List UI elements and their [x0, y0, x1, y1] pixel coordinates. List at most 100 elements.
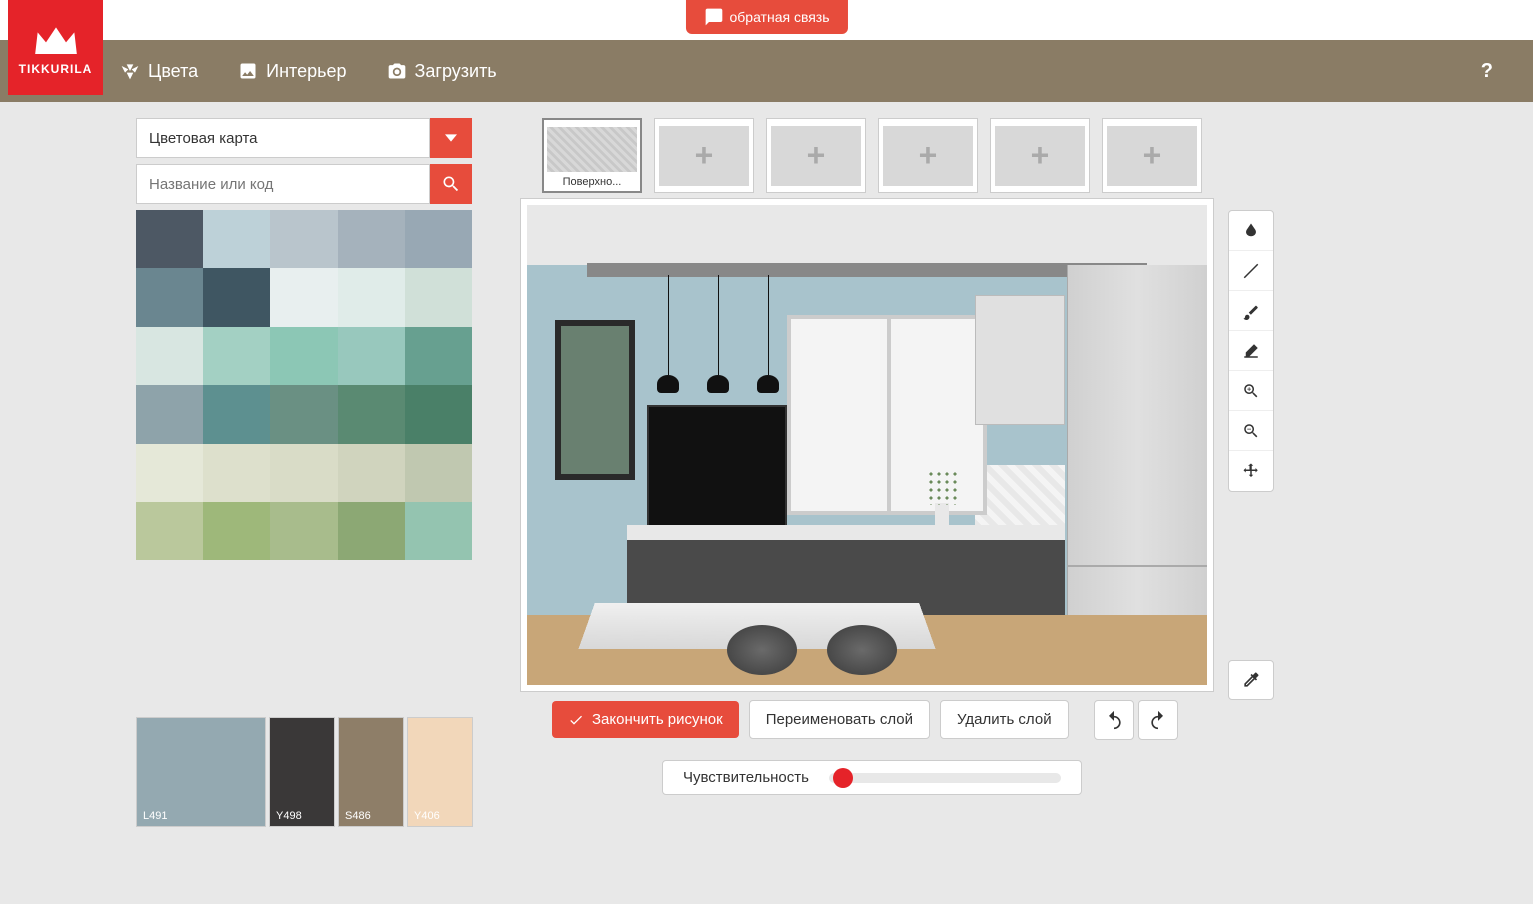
palette-swatch[interactable]: [136, 502, 203, 560]
palette-swatch[interactable]: [270, 327, 337, 385]
selected-colors: L491 Y498 S486 Y406: [136, 717, 473, 827]
fan-icon: [120, 61, 140, 81]
tool-eyedropper[interactable]: [1228, 660, 1274, 700]
palette-swatch[interactable]: [338, 502, 405, 560]
color-map-dropdown[interactable]: Цветовая карта: [136, 118, 472, 158]
undo-icon: [1104, 710, 1124, 730]
check-icon: [568, 712, 584, 728]
left-panel: Цветовая карта: [136, 118, 472, 560]
droplet-icon: [1242, 222, 1260, 240]
delete-button[interactable]: Удалить слой: [940, 700, 1069, 739]
selected-swatch[interactable]: Y498: [269, 717, 335, 827]
slider-thumb[interactable]: [833, 768, 853, 788]
plus-icon: +: [807, 137, 826, 174]
palette-swatch[interactable]: [136, 210, 203, 268]
palette-swatch[interactable]: [270, 444, 337, 502]
sensitivity-row: Чувствительность: [662, 760, 1082, 795]
palette-swatch[interactable]: [270, 385, 337, 443]
palette-swatch[interactable]: [405, 268, 472, 326]
nav-interior[interactable]: Интерьер: [238, 61, 346, 82]
tool-move[interactable]: [1229, 451, 1273, 491]
canvas[interactable]: [527, 205, 1207, 685]
selected-swatch[interactable]: S486: [338, 717, 404, 827]
palette-swatch[interactable]: [405, 502, 472, 560]
palette-swatch[interactable]: [270, 502, 337, 560]
palette-swatch[interactable]: [338, 210, 405, 268]
nav-help[interactable]: ?: [1481, 60, 1493, 83]
tool-zoom-in[interactable]: [1229, 371, 1273, 411]
palette-swatch[interactable]: [203, 502, 270, 560]
selected-swatch-label: Y406: [414, 810, 440, 822]
palette-swatch[interactable]: [203, 210, 270, 268]
palette-swatch[interactable]: [338, 385, 405, 443]
undo-button[interactable]: [1094, 700, 1134, 740]
finish-button[interactable]: Закончить рисунок: [552, 701, 739, 738]
palette-swatch[interactable]: [338, 268, 405, 326]
action-row: Закончить рисунок Переименовать слой Уда…: [552, 700, 1069, 739]
plus-icon: +: [919, 137, 938, 174]
brush-icon: [1242, 302, 1260, 320]
toolbar: [1228, 210, 1274, 492]
palette-swatch[interactable]: [405, 327, 472, 385]
camera-icon: [387, 61, 407, 81]
line-icon: [1242, 262, 1260, 280]
logo[interactable]: TIKKURILA: [8, 0, 103, 95]
sensitivity-label: Чувствительность: [683, 769, 809, 786]
palette-grid[interactable]: [136, 210, 472, 560]
palette-swatch[interactable]: [405, 210, 472, 268]
tool-eraser[interactable]: [1229, 331, 1273, 371]
plus-icon: +: [1031, 137, 1050, 174]
feedback-button[interactable]: обратная связь: [685, 0, 847, 34]
search-row: [136, 164, 472, 204]
tool-brush[interactable]: [1229, 291, 1273, 331]
palette-swatch[interactable]: [270, 268, 337, 326]
sensitivity-slider[interactable]: [829, 773, 1061, 783]
selected-swatch-label: S486: [345, 810, 371, 822]
thumb-add-2[interactable]: +: [766, 118, 866, 193]
tool-line[interactable]: [1229, 251, 1273, 291]
image-icon: [238, 61, 258, 81]
palette-swatch[interactable]: [136, 385, 203, 443]
logo-text: TIKKURILA: [19, 62, 93, 76]
selected-swatch-label: L491: [143, 810, 167, 822]
palette-swatch[interactable]: [203, 385, 270, 443]
palette-swatch[interactable]: [338, 327, 405, 385]
surface-thumbs: Поверхно... + + + + +: [542, 118, 1202, 193]
thumb-add-3[interactable]: +: [878, 118, 978, 193]
finish-label: Закончить рисунок: [592, 711, 723, 728]
crown-icon: [31, 20, 81, 58]
palette-swatch[interactable]: [136, 327, 203, 385]
palette-swatch[interactable]: [338, 444, 405, 502]
nav-upload[interactable]: Загрузить: [387, 61, 497, 82]
redo-button[interactable]: [1138, 700, 1178, 740]
nav-colors[interactable]: Цвета: [120, 61, 198, 82]
palette-swatch[interactable]: [405, 444, 472, 502]
undo-redo: [1094, 700, 1178, 740]
thumb-add-5[interactable]: +: [1102, 118, 1202, 193]
palette-swatch[interactable]: [405, 385, 472, 443]
zoom-out-icon: [1242, 422, 1260, 440]
selected-swatch[interactable]: Y406: [407, 717, 473, 827]
search-input[interactable]: [136, 164, 430, 204]
thumb-label: Поверхно...: [547, 176, 637, 188]
rename-button[interactable]: Переименовать слой: [749, 700, 930, 739]
tool-zoom-out[interactable]: [1229, 411, 1273, 451]
kitchen-scene: [527, 205, 1207, 685]
palette-swatch[interactable]: [136, 444, 203, 502]
search-icon: [441, 174, 461, 194]
palette-swatch[interactable]: [203, 444, 270, 502]
feedback-label: обратная связь: [729, 9, 829, 25]
thumb-add-1[interactable]: +: [654, 118, 754, 193]
palette-swatch[interactable]: [270, 210, 337, 268]
selected-swatch[interactable]: L491: [136, 717, 266, 827]
palette-swatch[interactable]: [136, 268, 203, 326]
thumb-add-4[interactable]: +: [990, 118, 1090, 193]
dropdown-caret[interactable]: [430, 118, 472, 158]
canvas-wrap: [520, 198, 1214, 692]
thumb-surface-active[interactable]: Поверхно...: [542, 118, 642, 193]
palette-swatch[interactable]: [203, 327, 270, 385]
palette-swatch[interactable]: [203, 268, 270, 326]
eyedropper-icon: [1241, 670, 1261, 690]
search-button[interactable]: [430, 164, 472, 204]
tool-fill[interactable]: [1229, 211, 1273, 251]
